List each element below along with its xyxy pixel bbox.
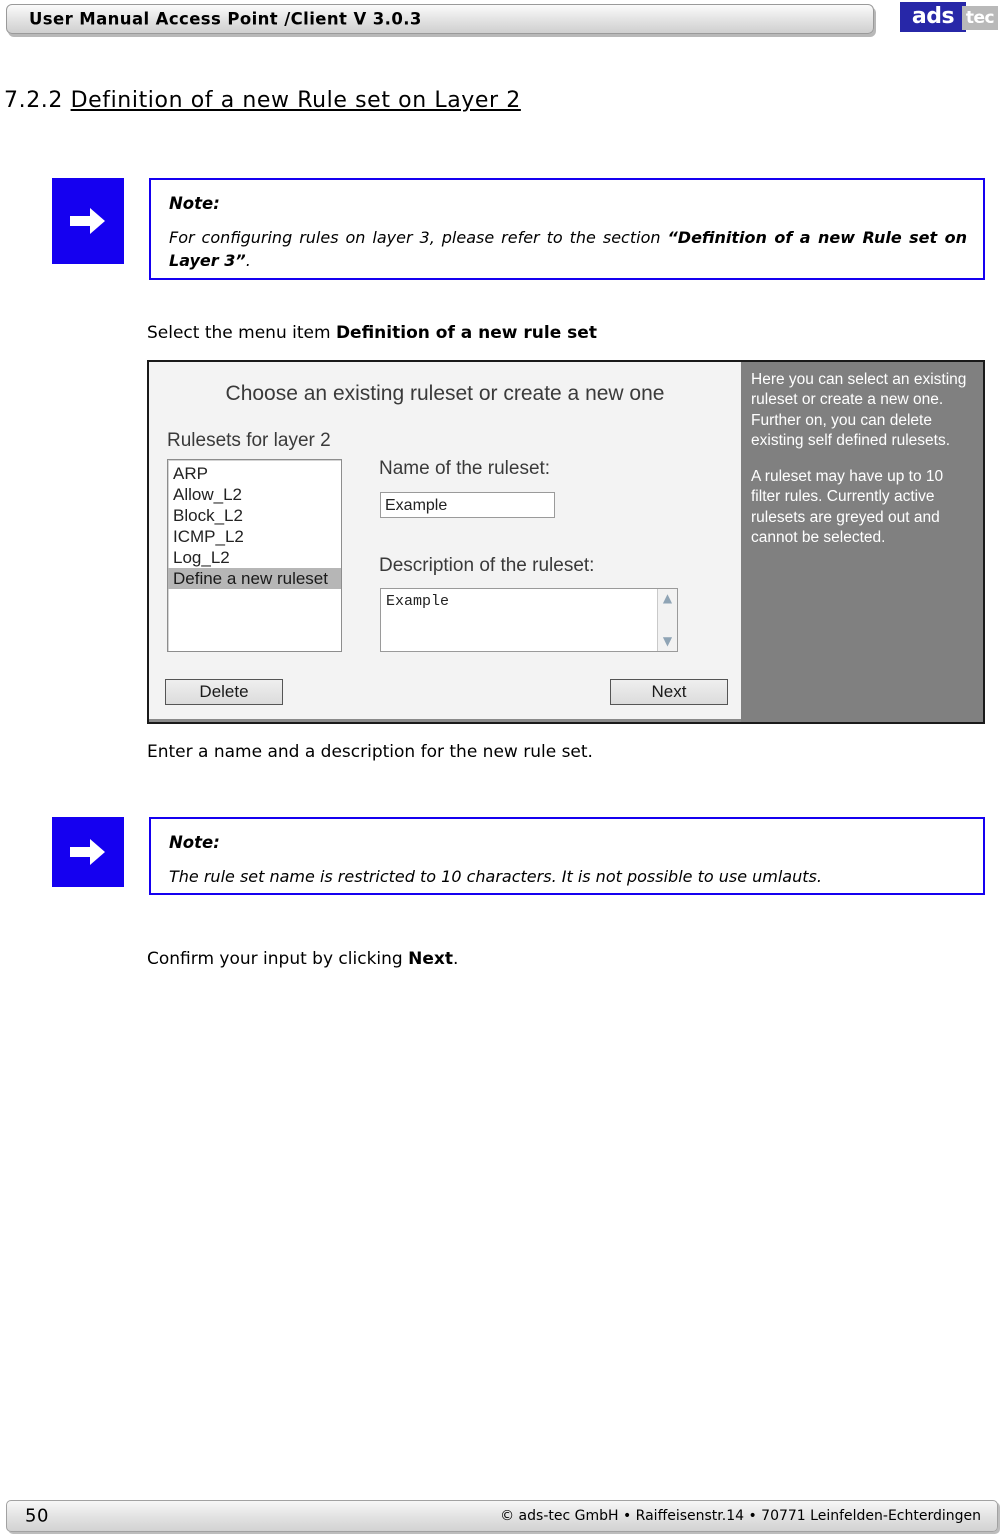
paragraph-select-menu-item: Select the menu item Definition of a new… (147, 323, 597, 343)
help-paragraph-2: A ruleset may have up to 10 filter rules… (751, 467, 944, 547)
note-text: For configuring rules on layer 3, please… (169, 226, 967, 272)
scroll-down-icon[interactable]: ▼ (658, 632, 677, 651)
paragraph-enter-name: Enter a name and a description for the n… (147, 742, 593, 762)
description-of-ruleset-label: Description of the ruleset: (379, 555, 595, 576)
note-content-name-limit: Note: The rule set name is restricted to… (149, 817, 985, 895)
help-panel: Here you can select an existing ruleset … (741, 362, 983, 722)
help-paragraph-1: Here you can select an existing ruleset … (751, 371, 967, 450)
logo-ads-text: ads (900, 2, 966, 32)
document-header: User Manual Access Point /Client V 3.0.3… (0, 0, 1006, 42)
note-text: The rule set name is restricted to 10 ch… (169, 867, 822, 886)
confirm-suffix: . (452, 949, 459, 969)
embedded-app-screenshot: Choose an existing ruleset or create a n… (147, 360, 985, 724)
arrow-right-icon (52, 178, 124, 264)
header-title-bar: User Manual Access Point /Client V 3.0.3 (6, 4, 874, 34)
section-number: 7.2.2 (4, 88, 71, 113)
document-footer: 50 © ads-tec GmbH • Raiffeisenstr.14 • 7… (6, 1500, 998, 1532)
ruleset-dialog-panel: Choose an existing ruleset or create a n… (149, 362, 741, 722)
note-label: Note: (169, 194, 220, 213)
list-item[interactable]: ICMP_L2 (168, 526, 341, 547)
description-value: Example (386, 593, 450, 610)
section-title: Definition of a new Rule set on Layer 2 (70, 88, 521, 113)
delete-button[interactable]: Delete (165, 679, 283, 705)
list-item[interactable]: Log_L2 (168, 547, 341, 568)
note-content-layer3: Note: For configuring rules on layer 3, … (149, 178, 985, 280)
select-menu-bold: Definition of a new rule set (335, 323, 597, 343)
logo-tec-text: tec (962, 6, 998, 30)
name-of-ruleset-label: Name of the ruleset: (379, 458, 551, 479)
confirm-bold: Next (408, 949, 453, 969)
ruleset-listbox[interactable]: ARP Allow_L2 Block_L2 ICMP_L2 Log_L2 Def… (167, 459, 342, 652)
paragraph-confirm-input: Confirm your input by clicking Next. (147, 949, 458, 969)
ads-tec-logo: ads tec (900, 2, 998, 32)
arrow-right-icon (52, 817, 124, 887)
list-item-selected[interactable]: Define a new ruleset (168, 568, 341, 589)
note-text-part-1: For configuring rules on layer 3, please… (169, 228, 668, 247)
dialog-bottom-divider (149, 719, 741, 722)
note-text-part-2: . (245, 251, 251, 271)
list-item[interactable]: Block_L2 (168, 505, 341, 526)
list-item[interactable]: ARP (168, 463, 341, 484)
list-item[interactable]: Allow_L2 (168, 484, 341, 505)
select-menu-prefix: Select the menu item (147, 323, 336, 343)
description-scrollbar[interactable]: ▲ ▼ (657, 589, 677, 651)
dialog-title: Choose an existing ruleset or create a n… (225, 382, 665, 405)
confirm-prefix: Confirm your input by clicking (147, 949, 409, 969)
page-number: 50 (25, 1505, 49, 1527)
rulesets-label: Rulesets for layer 2 (167, 430, 331, 451)
next-button[interactable]: Next (610, 679, 728, 705)
ruleset-name-input[interactable]: Example (380, 492, 555, 518)
section-heading: 7.2.2 Definition of a new Rule set on La… (4, 88, 521, 113)
ruleset-description-textarea[interactable]: Example ▲ ▼ (380, 588, 678, 652)
document-title: User Manual Access Point /Client V 3.0.3 (29, 9, 422, 29)
note-label: Note: (169, 833, 220, 852)
footer-copyright: © ads-tec GmbH • Raiffeisenstr.14 • 7077… (500, 1508, 981, 1524)
scroll-up-icon[interactable]: ▲ (658, 589, 677, 608)
